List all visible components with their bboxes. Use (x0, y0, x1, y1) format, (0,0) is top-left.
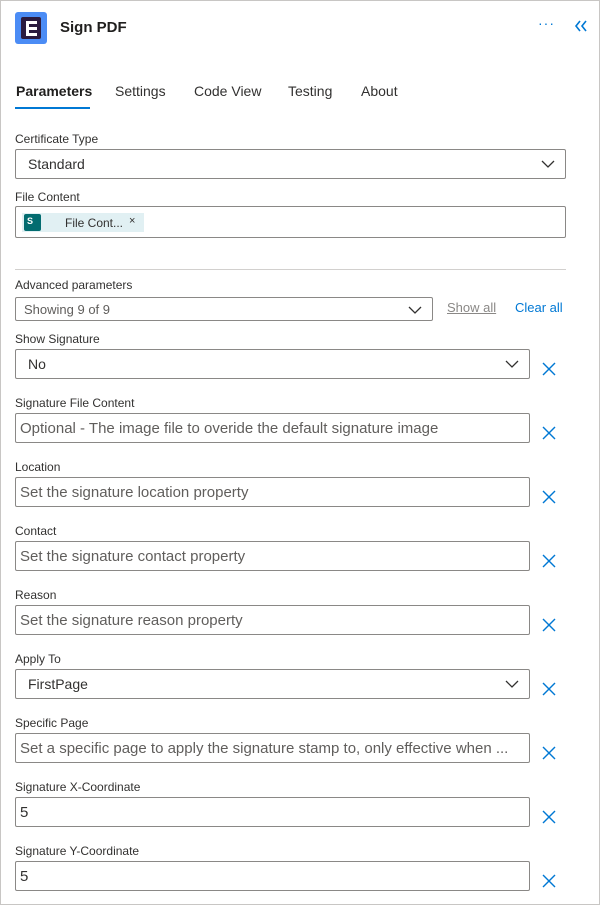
remove-parameter-icon[interactable] (542, 554, 556, 568)
y-coordinate-label: Signature Y-Coordinate (15, 844, 140, 858)
certificate-type-label: Certificate Type (15, 132, 99, 146)
signature-file-content-label: Signature File Content (15, 396, 135, 410)
y-coordinate-input[interactable]: 5 (15, 861, 530, 891)
remove-parameter-icon[interactable] (542, 874, 556, 888)
action-panel: Sign PDF ··· Parameters Settings Code Vi… (0, 0, 600, 905)
apply-to-dropdown[interactable]: FirstPage (15, 669, 530, 699)
contact-input[interactable]: Set the signature contact property (15, 541, 530, 571)
reason-label: Reason (15, 588, 57, 602)
advanced-parameters-value: Showing 9 of 9 (24, 302, 111, 317)
chevron-down-icon (505, 680, 519, 688)
contact-label: Contact (15, 524, 57, 538)
active-tab-indicator (15, 107, 90, 109)
remove-parameter-icon[interactable] (542, 362, 556, 376)
location-placeholder: Set the signature location property (20, 484, 249, 501)
apply-to-label: Apply To (15, 652, 61, 666)
show-signature-label: Show Signature (15, 332, 100, 346)
reason-input[interactable]: Set the signature reason property (15, 605, 530, 635)
y-coordinate-value: 5 (20, 868, 29, 885)
encodian-app-icon (15, 12, 47, 44)
remove-token-icon[interactable]: × (129, 215, 135, 227)
file-content-token[interactable]: S File Cont... × (22, 213, 144, 232)
panel-title: Sign PDF (60, 19, 127, 36)
tab-settings[interactable]: Settings (115, 83, 166, 99)
contact-placeholder: Set the signature contact property (20, 548, 246, 565)
apply-to-value: FirstPage (28, 676, 88, 692)
tab-about[interactable]: About (361, 83, 398, 99)
file-content-label: File Content (15, 190, 80, 204)
advanced-parameters-label: Advanced parameters (15, 278, 133, 292)
certificate-type-dropdown[interactable]: Standard (15, 149, 566, 179)
show-signature-value: No (28, 356, 46, 372)
signature-file-content-input[interactable]: Optional - The image file to overide the… (15, 413, 530, 443)
x-coordinate-label: Signature X-Coordinate (15, 780, 141, 794)
sharepoint-icon: S (24, 214, 41, 231)
reason-placeholder: Set the signature reason property (20, 612, 243, 629)
remove-parameter-icon[interactable] (542, 490, 556, 504)
tab-parameters[interactable]: Parameters (16, 83, 92, 99)
x-coordinate-value: 5 (20, 804, 29, 821)
section-divider (15, 269, 566, 270)
location-input[interactable]: Set the signature location property (15, 477, 530, 507)
file-content-field[interactable]: S File Cont... × (15, 206, 566, 238)
location-label: Location (15, 460, 61, 474)
specific-page-input[interactable]: Set a specific page to apply the signatu… (15, 733, 530, 763)
signature-file-content-placeholder: Optional - The image file to overide the… (20, 420, 439, 437)
show-all-link[interactable]: Show all (447, 300, 496, 315)
specific-page-placeholder: Set a specific page to apply the signatu… (20, 740, 509, 757)
specific-page-label: Specific Page (15, 716, 89, 730)
certificate-type-value: Standard (28, 156, 85, 172)
token-label: File Cont... (65, 216, 124, 230)
chevron-down-icon (505, 360, 519, 368)
remove-parameter-icon[interactable] (542, 426, 556, 440)
double-chevron-left-icon[interactable] (573, 18, 589, 34)
chevron-down-icon (541, 160, 555, 168)
more-options-button[interactable]: ··· (538, 15, 555, 31)
remove-parameter-icon[interactable] (542, 746, 556, 760)
chevron-down-icon (408, 306, 422, 314)
remove-parameter-icon[interactable] (542, 682, 556, 696)
show-signature-dropdown[interactable]: No (15, 349, 530, 379)
tab-testing[interactable]: Testing (288, 83, 332, 99)
remove-parameter-icon[interactable] (542, 618, 556, 632)
clear-all-link[interactable]: Clear all (515, 300, 563, 315)
tab-code-view[interactable]: Code View (194, 83, 261, 99)
remove-parameter-icon[interactable] (542, 810, 556, 824)
advanced-parameters-dropdown[interactable]: Showing 9 of 9 (15, 297, 433, 321)
x-coordinate-input[interactable]: 5 (15, 797, 530, 827)
